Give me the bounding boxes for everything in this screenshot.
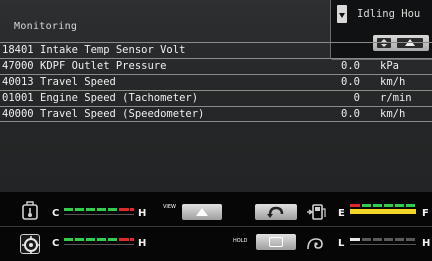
page-title: Monitoring [14,21,78,32]
item-name: KDPF Outlet Pressure [40,60,167,72]
status-bar: C H VIEW E F C H HOLD L H [0,192,432,261]
view-button-caption: VIEW [163,204,176,210]
item-value: 0.0 [341,76,360,88]
item-name: Engine Speed (Tachometer) [40,92,199,104]
return-icon [267,206,284,218]
item-name: Travel Speed (Speedometer) [40,108,205,120]
hold-button[interactable] [256,234,296,250]
fuel-full-label: F [422,208,429,219]
item-unit: km/h [380,108,406,120]
hold-icon [269,237,283,247]
fuel-gauge [348,204,432,214]
gauge-low-label: L [338,238,345,249]
monitoring-panel: Monitoring Idling Hou 18401 Intake Temp … [0,0,432,192]
item-value: 0.0 [341,60,360,72]
item-code: 40000 [2,108,34,120]
item-value: 0.0 [341,108,360,120]
monitoring-list: 18401 Intake Temp Sensor Volt 47000 KDPF… [0,42,432,122]
list-item[interactable]: 40013 Travel Speed 0.0 km/h [0,74,432,90]
item-name: Intake Temp Sensor Volt [40,44,186,56]
secondary-gauge [348,238,432,248]
hold-button-caption: HOLD [233,238,248,244]
item-code: 40013 [2,76,34,88]
up-arrow-icon [196,208,208,216]
gauge-cold-label: C [52,208,60,219]
list-item[interactable]: 40000 Travel Speed (Speedometer) 0.0 km/… [0,106,432,122]
idling-hours-label: Idling Hou [357,8,421,20]
item-code: 01001 [2,92,34,104]
fuel-icon [305,202,326,222]
list-item[interactable]: 18401 Intake Temp Sensor Volt [0,42,432,58]
scroll-down-icon[interactable] [337,5,347,23]
coolant-temp-icon [20,234,40,254]
list-item[interactable]: 47000 KDPF Outlet Pressure 0.0 kPa [0,58,432,74]
list-item[interactable]: 01001 Engine Speed (Tachometer) 0 r/min [0,90,432,106]
item-unit: km/h [380,76,406,88]
coolant-temp-gauge [62,238,146,248]
gauge-high-label: H [422,238,431,249]
view-up-button[interactable] [182,204,222,220]
item-unit: kPa [380,60,399,72]
divider [0,226,432,227]
gauge-cold-label: C [52,238,60,249]
fuel-empty-label: E [338,208,345,219]
hydraulic-temp-gauge [62,208,146,218]
item-value: 0 [353,92,360,104]
item-code: 18401 [2,44,34,56]
item-unit: r/min [380,92,412,104]
gauge-hot-label: H [138,238,147,249]
oil-pressure-icon [305,235,325,255]
item-name: Travel Speed [40,76,116,88]
item-code: 47000 [2,60,34,72]
gauge-hot-label: H [138,208,147,219]
return-button[interactable] [255,204,297,220]
hydraulic-oil-temp-icon [20,200,40,220]
